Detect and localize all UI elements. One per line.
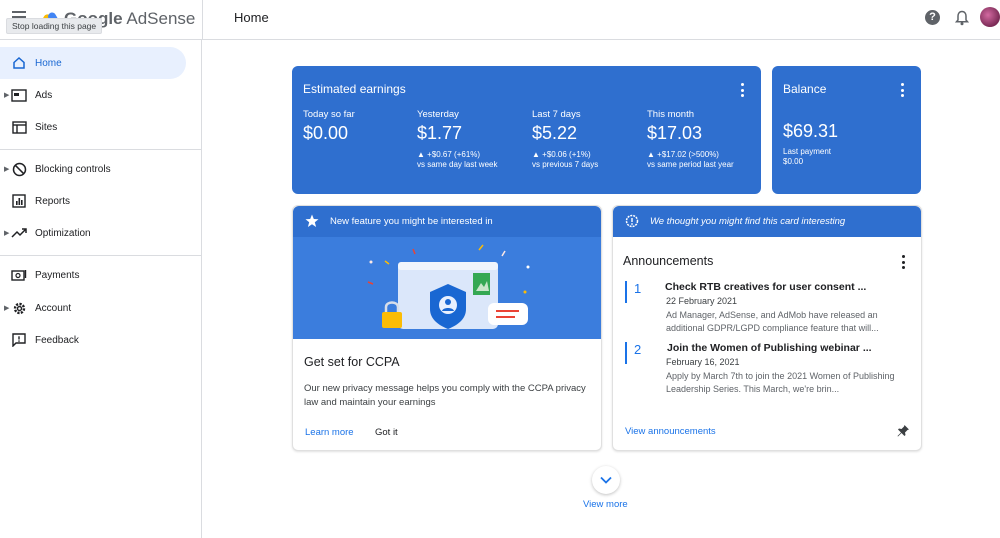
stat-compare: vs same day last week bbox=[417, 160, 498, 169]
sidebar-item-label: Blocking controls bbox=[35, 163, 111, 175]
sidebar-item-label: Ads bbox=[35, 89, 53, 101]
stat-value: $5.22 bbox=[532, 123, 578, 143]
stat-label: This month bbox=[647, 109, 694, 120]
more-vert-icon[interactable] bbox=[901, 83, 905, 97]
more-vert-icon[interactable] bbox=[741, 83, 745, 97]
sidebar-item-label: Home bbox=[35, 57, 62, 69]
top-bar: Google AdSense Stop loading this page Ho… bbox=[0, 0, 1000, 40]
view-announcements-link[interactable]: View announcements bbox=[625, 426, 716, 437]
expand-caret-icon[interactable]: ▶ bbox=[4, 304, 9, 312]
info-badge-icon bbox=[625, 214, 639, 228]
estimated-earnings-card: Estimated earnings Today so far $0.00 Ye… bbox=[292, 66, 761, 194]
header-divider bbox=[202, 0, 203, 40]
logo-adsense-text: AdSense bbox=[126, 9, 196, 28]
optimization-icon bbox=[11, 225, 27, 241]
announcements-banner: We thought you might find this card inte… bbox=[613, 206, 921, 237]
sidebar-divider bbox=[0, 255, 202, 256]
feature-banner: New feature you might be interested in bbox=[293, 206, 601, 237]
stat-last-7-days: Last 7 days $5.22 ▲ +$0.06 (+1%) vs prev… bbox=[532, 109, 598, 169]
sidebar-item-label: Sites bbox=[35, 121, 58, 133]
sidebar-item-account[interactable]: ▶ Account bbox=[0, 293, 202, 323]
balance-value: $69.31 bbox=[783, 121, 839, 141]
view-more-button[interactable] bbox=[592, 466, 620, 494]
sidebar-item-home[interactable]: Home bbox=[0, 47, 186, 79]
announcement-number: 1 bbox=[625, 281, 647, 303]
stat-value: $1.77 bbox=[417, 123, 463, 143]
announcement-item[interactable]: 2 Join the Women of Publishing webinar .… bbox=[625, 342, 915, 398]
last-payment-label: Last payment bbox=[783, 147, 832, 156]
ads-icon bbox=[11, 87, 27, 103]
feature-card: New feature you might be interested in G… bbox=[292, 205, 602, 451]
more-vert-icon[interactable] bbox=[902, 255, 906, 269]
sidebar-item-optimization[interactable]: ▶ Optimization bbox=[0, 218, 202, 248]
earnings-title: Estimated earnings bbox=[303, 82, 406, 96]
sidebar-item-label: Feedback bbox=[35, 334, 79, 346]
stat-label: Yesterday bbox=[417, 109, 459, 120]
sidebar: Home ▶ Ads Sites ▶ Blocking controls Rep… bbox=[0, 40, 202, 538]
balance-title: Balance bbox=[783, 82, 827, 96]
announcements-card: We thought you might find this card inte… bbox=[612, 205, 922, 451]
sidebar-item-payments[interactable]: Payments bbox=[0, 260, 202, 290]
expand-caret-icon[interactable]: ▶ bbox=[4, 229, 9, 237]
star-icon bbox=[305, 214, 319, 227]
stat-today: Today so far $0.00 bbox=[303, 109, 355, 144]
home-icon bbox=[11, 55, 27, 71]
stat-this-month: This month $17.03 ▲ +$17.02 (>500%) vs s… bbox=[647, 109, 734, 169]
stat-change: ▲ +$17.02 (>500%) bbox=[647, 150, 719, 159]
sidebar-item-sites[interactable]: Sites bbox=[0, 112, 202, 142]
payments-icon bbox=[11, 267, 27, 283]
sidebar-item-label: Reports bbox=[35, 195, 71, 207]
stat-change: ▲ +$0.67 (+61%) bbox=[417, 150, 481, 159]
block-icon bbox=[11, 161, 27, 177]
sidebar-item-reports[interactable]: Reports bbox=[0, 186, 202, 216]
announcements-banner-text: We thought you might find this card inte… bbox=[650, 216, 846, 227]
announcement-heading[interactable]: Join the Women of Publishing webinar ... bbox=[667, 342, 872, 354]
stat-compare: vs previous 7 days bbox=[532, 160, 599, 169]
ccpa-illustration bbox=[293, 237, 601, 339]
announcement-body: Ad Manager, AdSense, and AdMob have rele… bbox=[666, 310, 879, 333]
sites-icon bbox=[11, 119, 27, 135]
feedback-icon bbox=[11, 332, 27, 348]
balance-card: Balance $69.31 Last payment $0.00 bbox=[772, 66, 921, 194]
gear-icon bbox=[11, 300, 27, 316]
feature-body: Our new privacy message helps you comply… bbox=[304, 383, 586, 408]
stat-value: $0.00 bbox=[303, 123, 349, 143]
stat-yesterday: Yesterday $1.77 ▲ +$0.67 (+61%) vs same … bbox=[417, 109, 497, 169]
chevron-down-icon bbox=[600, 476, 612, 484]
pin-icon[interactable] bbox=[896, 424, 910, 438]
sidebar-item-blocking-controls[interactable]: ▶ Blocking controls bbox=[0, 154, 202, 184]
feature-banner-text: New feature you might be interested in bbox=[330, 216, 493, 227]
announcement-item[interactable]: 1 Check RTB creatives for user consent .… bbox=[625, 281, 915, 337]
announcement-number: 2 bbox=[625, 342, 647, 364]
reports-icon bbox=[11, 193, 27, 209]
sidebar-divider bbox=[0, 149, 202, 150]
expand-caret-icon[interactable]: ▶ bbox=[4, 165, 9, 173]
stat-change: ▲ +$0.06 (+1%) bbox=[532, 150, 591, 159]
last-payment-value: $0.00 bbox=[783, 157, 804, 166]
got-it-button[interactable]: Got it bbox=[375, 427, 398, 438]
sidebar-item-ads[interactable]: ▶ Ads bbox=[0, 80, 202, 110]
announcement-date: February 16, 2021 bbox=[666, 357, 740, 367]
help-icon[interactable]: ? bbox=[925, 10, 940, 25]
stat-compare: vs same period last year bbox=[647, 160, 734, 169]
stat-value: $17.03 bbox=[647, 123, 703, 143]
announcement-date: 22 February 2021 bbox=[666, 296, 738, 306]
learn-more-link[interactable]: Learn more bbox=[305, 427, 354, 438]
expand-caret-icon[interactable]: ▶ bbox=[4, 91, 9, 99]
avatar[interactable] bbox=[980, 7, 1000, 27]
announcement-body: Apply by March 7th to join the 2021 Wome… bbox=[666, 371, 895, 394]
stat-label: Last 7 days bbox=[532, 109, 581, 120]
stat-label: Today so far bbox=[303, 109, 355, 120]
notifications-icon[interactable] bbox=[955, 10, 969, 26]
announcement-heading[interactable]: Check RTB creatives for user consent ... bbox=[665, 281, 866, 293]
sidebar-item-label: Payments bbox=[35, 269, 80, 281]
announcements-title: Announcements bbox=[623, 254, 714, 268]
stop-loading-tooltip: Stop loading this page bbox=[6, 18, 103, 34]
sidebar-item-label: Optimization bbox=[35, 227, 91, 239]
sidebar-item-feedback[interactable]: Feedback bbox=[0, 325, 202, 355]
sidebar-item-label: Account bbox=[35, 302, 72, 314]
feature-heading: Get set for CCPA bbox=[304, 355, 400, 369]
view-more-link[interactable]: View more bbox=[583, 499, 628, 510]
page-title: Home bbox=[234, 10, 269, 25]
